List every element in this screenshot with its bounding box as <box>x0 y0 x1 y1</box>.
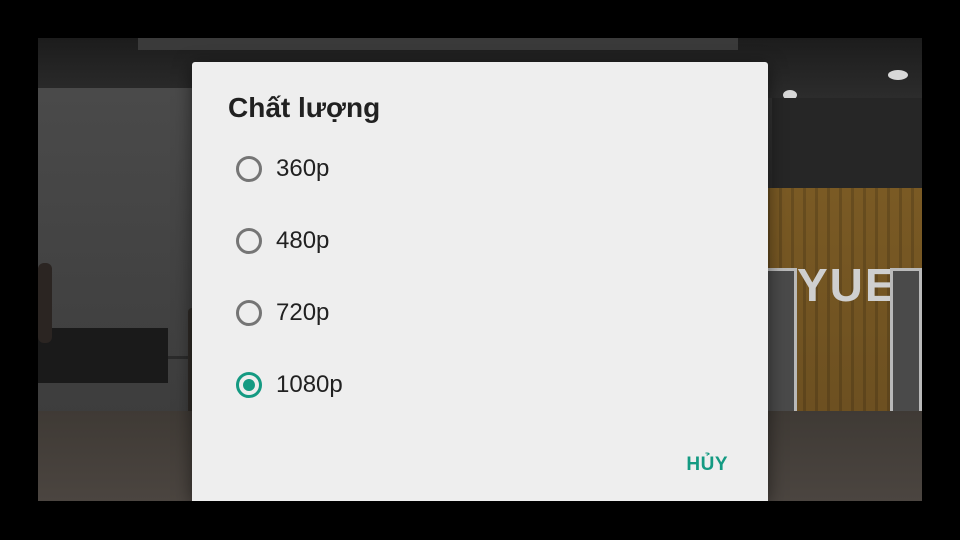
container-door <box>765 268 797 424</box>
radio-checked-icon[interactable] <box>236 372 262 398</box>
quality-option-1080p[interactable]: 1080p <box>236 361 343 409</box>
radio-unchecked-icon[interactable] <box>236 156 262 182</box>
radio-unchecked-icon[interactable] <box>236 300 262 326</box>
mirror-strip <box>38 328 168 383</box>
ceiling-light <box>888 70 908 80</box>
quality-option-720p[interactable]: 720p <box>236 289 329 337</box>
container-sign: YUE <box>797 259 898 311</box>
cancel-button[interactable]: HỦY <box>686 454 728 476</box>
quality-option-480p[interactable]: 480p <box>236 217 329 265</box>
person-figure <box>38 263 52 343</box>
ceiling-beam <box>138 38 738 50</box>
dialog-title: Chất lượng <box>228 92 381 123</box>
option-label: 720p <box>276 299 330 326</box>
container-door <box>890 268 922 424</box>
radio-unchecked-icon[interactable] <box>236 228 262 254</box>
quality-dialog: Chất lượng 360p 480p 720p 1080p HỦY <box>192 62 768 501</box>
option-label: 360p <box>276 155 330 182</box>
option-label: 480p <box>276 227 330 254</box>
option-label: 1080p <box>276 371 343 398</box>
quality-option-360p[interactable]: 360p <box>236 145 329 193</box>
